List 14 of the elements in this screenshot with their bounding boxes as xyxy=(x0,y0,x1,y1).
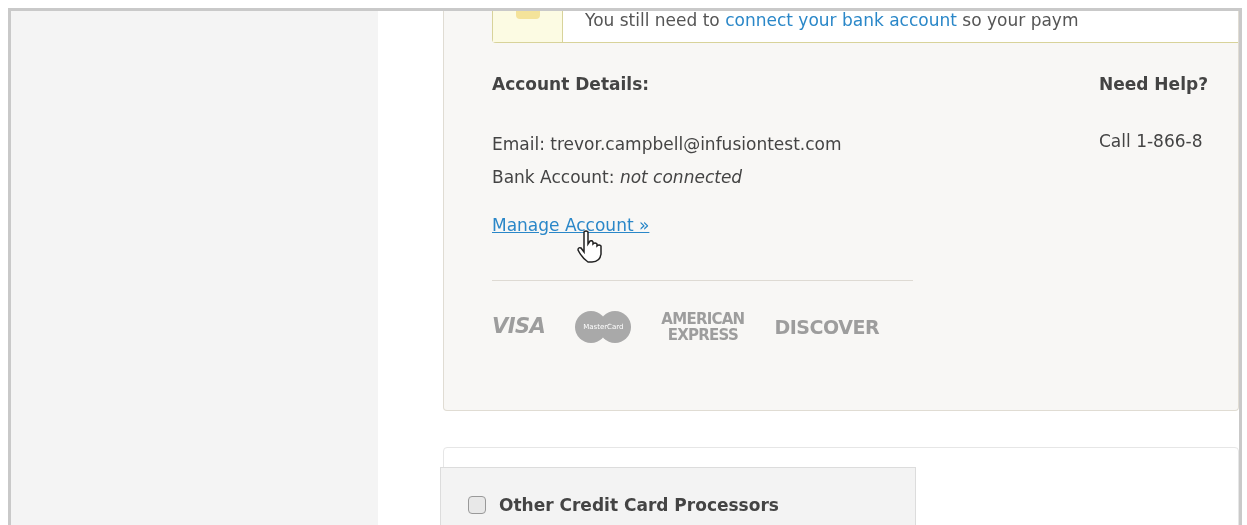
amex-logo: AMERICAN EXPRESS xyxy=(661,311,745,343)
section-heading: Account Details: xyxy=(492,73,651,95)
manage-account-link[interactable]: Manage Account » xyxy=(492,214,650,236)
bank-link[interactable]: connect your bank account xyxy=(725,11,957,30)
section-heading: Need Help? xyxy=(1099,73,1208,95)
phone-text: Call 1-866-8 xyxy=(1099,130,1204,152)
checkbox[interactable] xyxy=(468,496,486,514)
discover-logo: DISCOVER xyxy=(774,314,880,340)
notice-text: You still need to connect your bank account so your paym xyxy=(584,11,1079,32)
warning-icon xyxy=(515,11,540,19)
visa-logo: VISA xyxy=(492,313,546,341)
bank-account-text: Bank Account: not connected xyxy=(492,166,744,189)
email-text: Email: trevor.campbell@infusiontest.com xyxy=(492,133,842,156)
option-label: Other Credit Card Processors xyxy=(499,494,779,516)
